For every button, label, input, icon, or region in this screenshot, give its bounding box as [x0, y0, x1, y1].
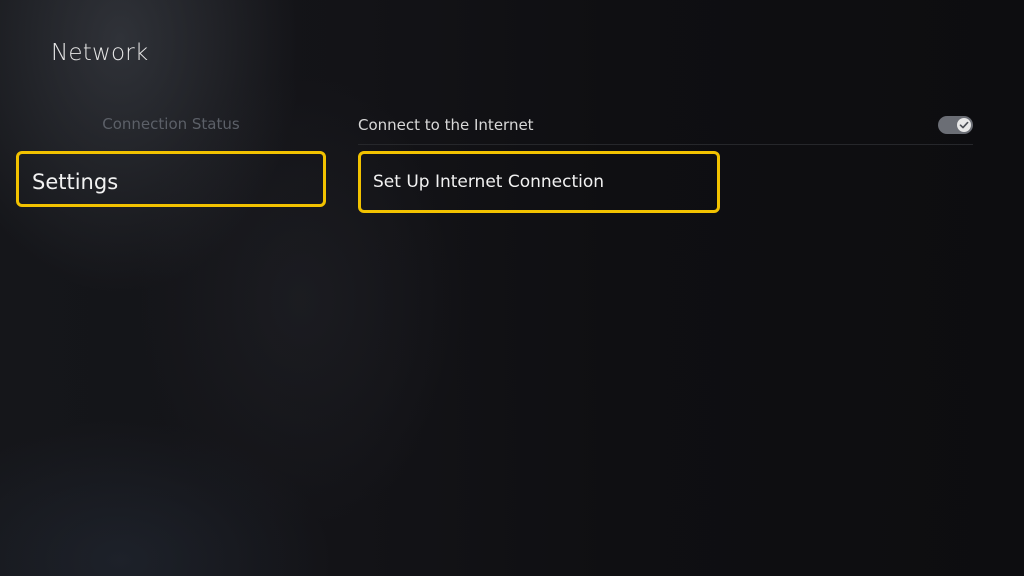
toggle-knob — [957, 118, 971, 132]
menu-item-connection-status[interactable]: Connection Status — [16, 105, 326, 143]
settings-panel: Connect to the Internet Set Up Internet … — [358, 105, 973, 213]
menu-item-settings[interactable]: Settings — [16, 151, 326, 207]
connect-internet-toggle[interactable] — [938, 116, 973, 134]
set-up-internet-connection-button[interactable]: Set Up Internet Connection — [358, 151, 720, 213]
page-title: Network — [51, 40, 149, 66]
connect-internet-label: Connect to the Internet — [358, 116, 534, 134]
check-icon — [959, 121, 969, 129]
left-menu: Connection Status Settings — [16, 105, 326, 207]
connect-internet-row[interactable]: Connect to the Internet — [358, 105, 973, 145]
